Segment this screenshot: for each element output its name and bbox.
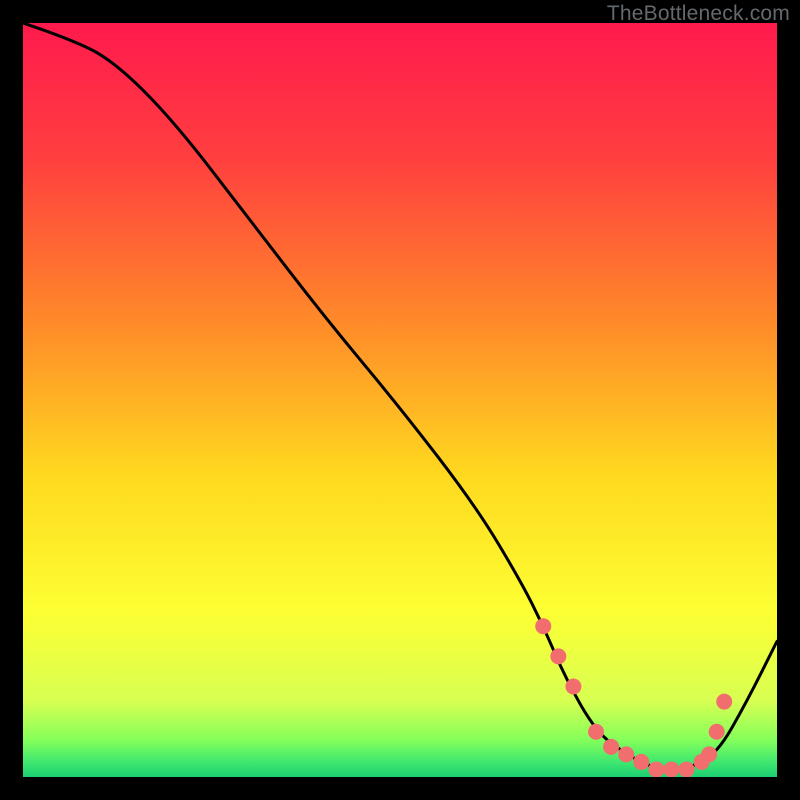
marker-dot: [679, 761, 695, 777]
marker-dot: [550, 648, 566, 664]
marker-dot: [716, 694, 732, 710]
marker-dot: [633, 754, 649, 770]
chart-canvas: [23, 23, 777, 777]
marker-dot: [663, 761, 679, 777]
marker-dot: [565, 679, 581, 695]
gradient-background: [23, 23, 777, 777]
watermark-text: TheBottleneck.com: [607, 2, 790, 26]
marker-dot: [588, 724, 604, 740]
marker-dot: [535, 618, 551, 634]
marker-dot: [709, 724, 725, 740]
marker-dot: [701, 746, 717, 762]
marker-dot: [648, 761, 664, 777]
marker-dot: [603, 739, 619, 755]
bottleneck-chart: [23, 23, 777, 777]
marker-dot: [618, 746, 634, 762]
